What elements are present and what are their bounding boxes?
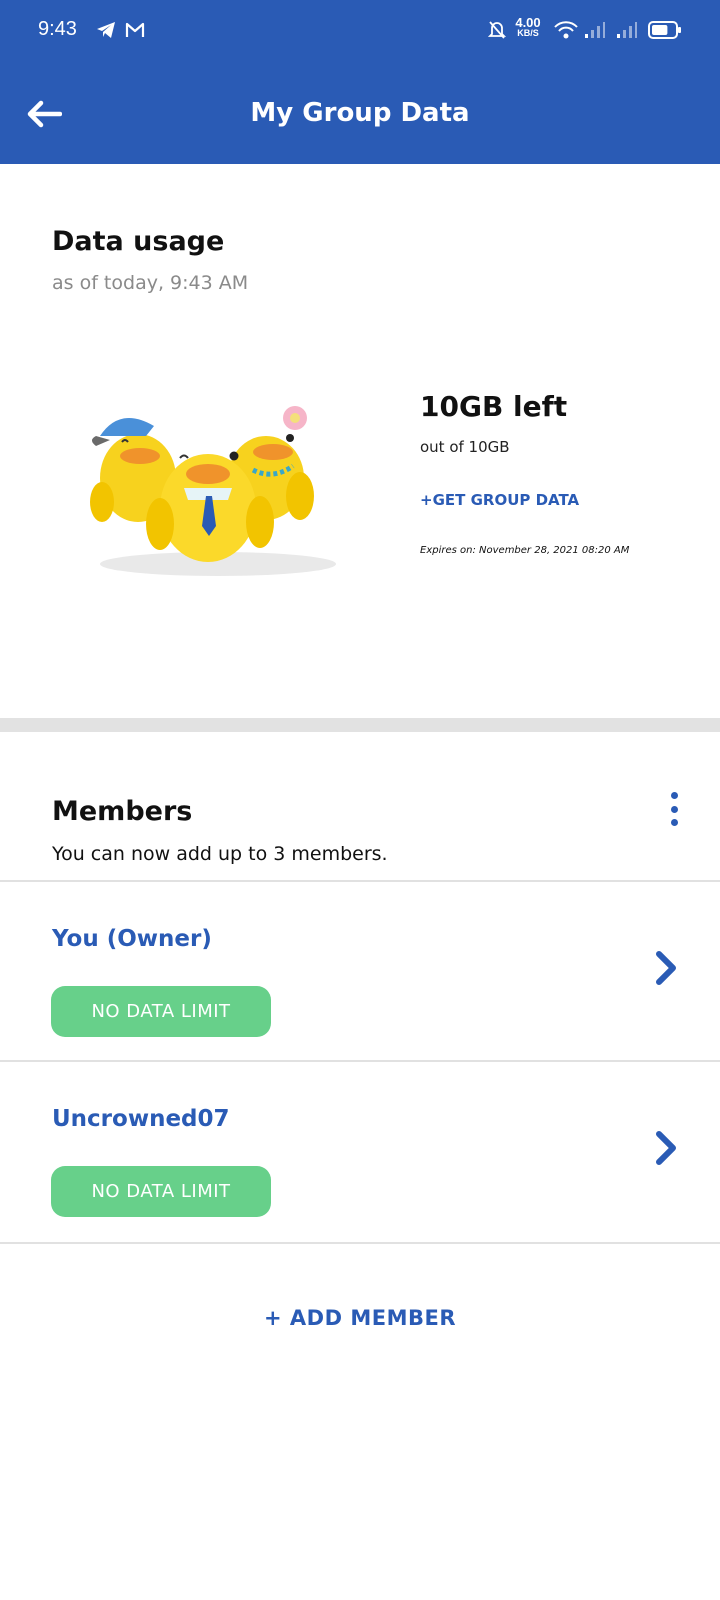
status-bar: 9:43 4.00 KB/S (0, 0, 720, 64)
data-limit-badge: NO DATA LIMIT (51, 1166, 271, 1217)
ducks-illustration (88, 396, 350, 578)
bell-off-icon (486, 18, 508, 42)
data-usage-title: Data usage (52, 226, 225, 257)
network-speed: 4.00 KB/S (515, 15, 541, 38)
data-total: out of 10GB (420, 438, 510, 456)
add-member-button[interactable]: + ADD MEMBER (0, 1306, 720, 1330)
signal-icon (584, 18, 606, 42)
data-left-amount: 10GB left (420, 390, 568, 423)
app-bar: 9:43 4.00 KB/S My Group Data (0, 0, 720, 164)
members-title: Members (52, 796, 193, 827)
get-group-data-link[interactable]: +GET GROUP DATA (420, 491, 579, 509)
more-vert-icon (670, 792, 678, 799)
member-row-owner[interactable]: You (Owner) NO DATA LIMIT (0, 882, 720, 1060)
expiry-text: Expires on: November 28, 2021 08:20 AM (420, 545, 630, 556)
more-options-button[interactable] (660, 792, 688, 826)
member-name: Uncrowned07 (52, 1106, 230, 1132)
member-row-uncrowned07[interactable]: Uncrowned07 NO DATA LIMIT (0, 1062, 720, 1240)
data-limit-badge: NO DATA LIMIT (51, 986, 271, 1037)
member-name: You (Owner) (52, 926, 212, 952)
chevron-right-icon (652, 1128, 680, 1168)
members-subtitle: You can now add up to 3 members. (52, 843, 388, 865)
divider (0, 1242, 720, 1244)
battery-icon (648, 18, 682, 42)
section-divider (0, 718, 720, 732)
gmail-icon (124, 18, 146, 42)
chevron-right-icon (652, 948, 680, 988)
page-title: My Group Data (250, 98, 470, 128)
wifi-icon (552, 18, 580, 42)
data-usage-timestamp: as of today, 9:43 AM (52, 272, 249, 294)
status-time: 9:43 (38, 18, 77, 40)
telegram-icon (94, 18, 118, 42)
signal-icon (616, 18, 638, 42)
